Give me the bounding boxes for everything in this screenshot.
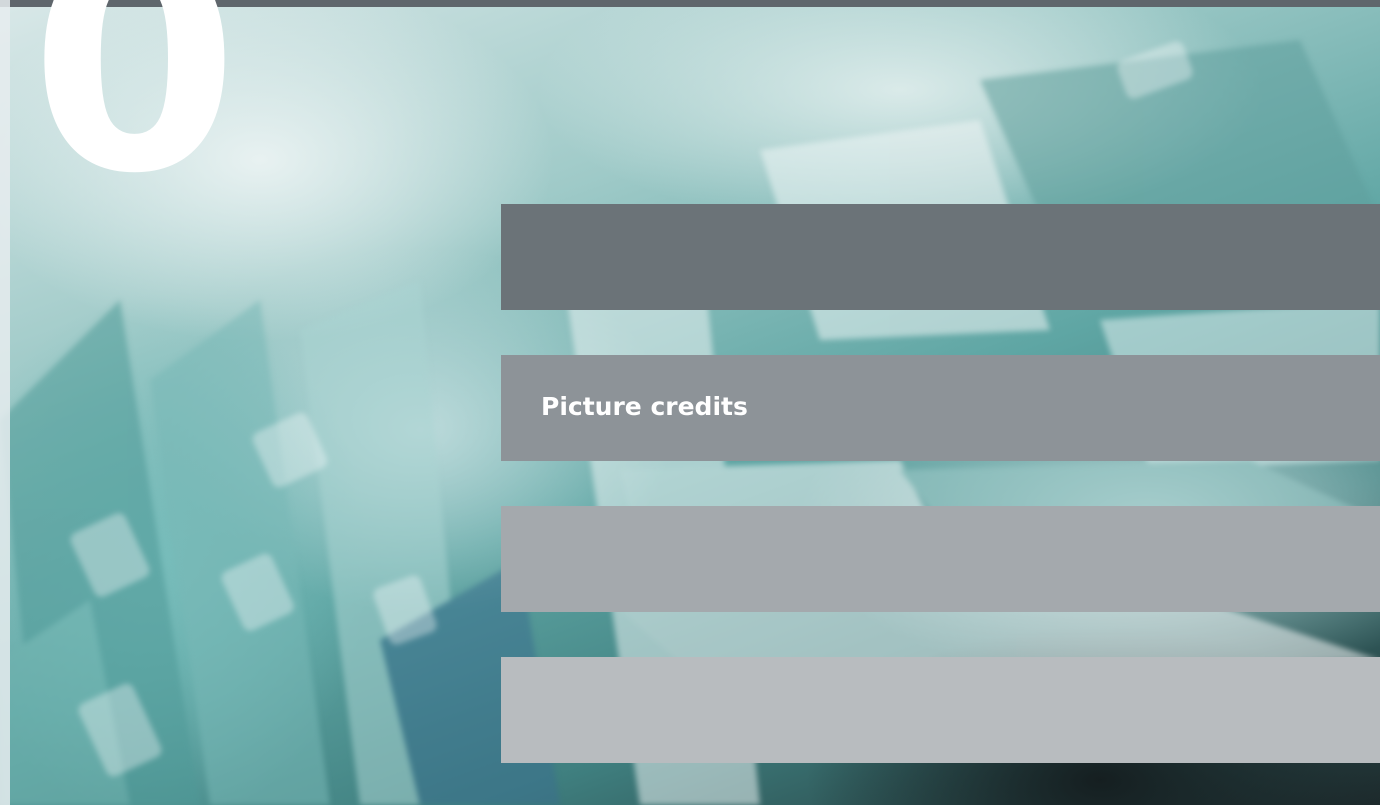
decorative-band-3: [501, 506, 1380, 612]
chapter-cover-page: 0 Picture credits: [0, 0, 1380, 805]
chapter-number: 0: [30, 0, 239, 239]
decorative-band-4: [501, 657, 1380, 763]
left-edge-strip: [0, 0, 10, 805]
section-title-band: Picture credits: [501, 355, 1380, 461]
section-title: Picture credits: [541, 392, 748, 421]
decorative-band-1: [501, 204, 1380, 310]
